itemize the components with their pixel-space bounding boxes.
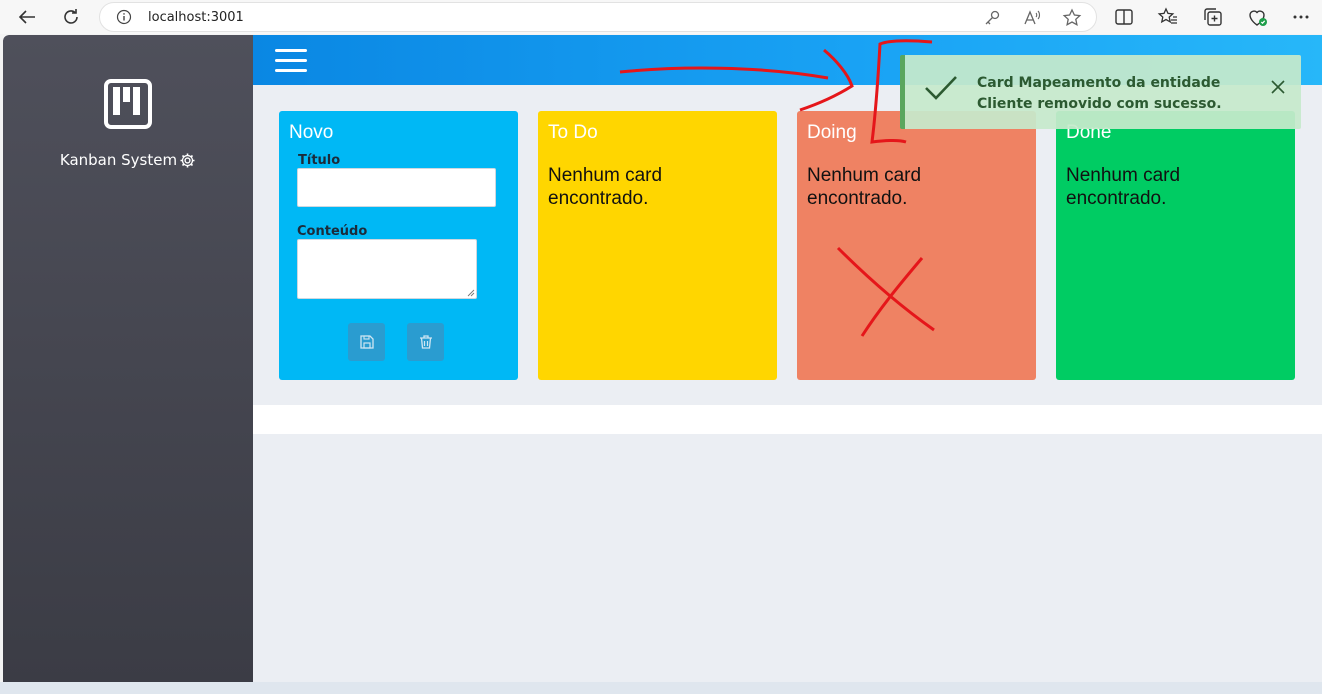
app-window: Kanban System Novo Título Conteúdo To Do… [3, 35, 1322, 682]
close-icon[interactable] [1270, 79, 1286, 95]
column-done: Done Nenhum card encontrado. [1056, 111, 1295, 380]
trash-icon [419, 335, 432, 349]
favorites-icon[interactable] [1157, 6, 1179, 28]
column-todo: To Do Nenhum card encontrado. [538, 111, 777, 380]
empty-message: Nenhum card encontrado. [1066, 165, 1181, 209]
column-novo: Novo Título Conteúdo [279, 111, 518, 380]
titulo-label: Título [298, 153, 341, 168]
titulo-input[interactable] [297, 168, 496, 207]
back-icon[interactable] [14, 5, 40, 29]
refresh-icon[interactable] [58, 5, 84, 29]
column-title: Doing [807, 122, 857, 143]
hamburger-icon[interactable] [275, 49, 307, 73]
split-screen-icon[interactable] [1113, 6, 1135, 28]
kanban-board: Novo Título Conteúdo To Do Nenhum card e… [253, 85, 1322, 405]
footer-strip [253, 405, 1322, 434]
info-icon[interactable] [116, 9, 132, 25]
collections-icon[interactable] [1202, 6, 1224, 28]
resize-handle-icon[interactable] [467, 289, 475, 297]
save-button[interactable] [348, 323, 385, 361]
gear-icon[interactable] [179, 152, 196, 169]
browser-toolbar: localhost:3001 [0, 0, 1322, 34]
sidebar: Kanban System [3, 35, 253, 682]
empty-message: Nenhum card encontrado. [807, 165, 922, 209]
favorite-star-icon[interactable] [1062, 8, 1082, 28]
brand: Kanban System [3, 151, 253, 169]
taskbar [0, 682, 1322, 694]
url-text: localhost:3001 [148, 10, 244, 25]
toast-message: Card Mapeamento da entidade Cliente remo… [977, 75, 1222, 112]
empty-message: Nenhum card encontrado. [548, 165, 663, 209]
delete-button[interactable] [407, 323, 444, 361]
column-doing: Doing Nenhum card encontrado. [797, 111, 1036, 380]
conteudo-textarea[interactable] [297, 239, 477, 299]
more-icon[interactable] [1290, 6, 1312, 28]
save-icon [359, 335, 374, 349]
key-icon[interactable] [982, 8, 1002, 28]
check-icon [925, 76, 957, 100]
conteudo-label: Conteúdo [297, 224, 368, 239]
column-title: To Do [548, 122, 598, 143]
success-toast: Card Mapeamento da entidade Cliente remo… [900, 55, 1301, 129]
browser-essentials-icon[interactable] [1246, 6, 1268, 28]
address-bar[interactable]: localhost:3001 [99, 2, 1097, 32]
kanban-logo-icon [104, 79, 152, 129]
brand-name: Kanban System [59, 151, 178, 169]
read-aloud-icon[interactable] [1022, 8, 1042, 28]
column-title: Novo [289, 122, 334, 143]
